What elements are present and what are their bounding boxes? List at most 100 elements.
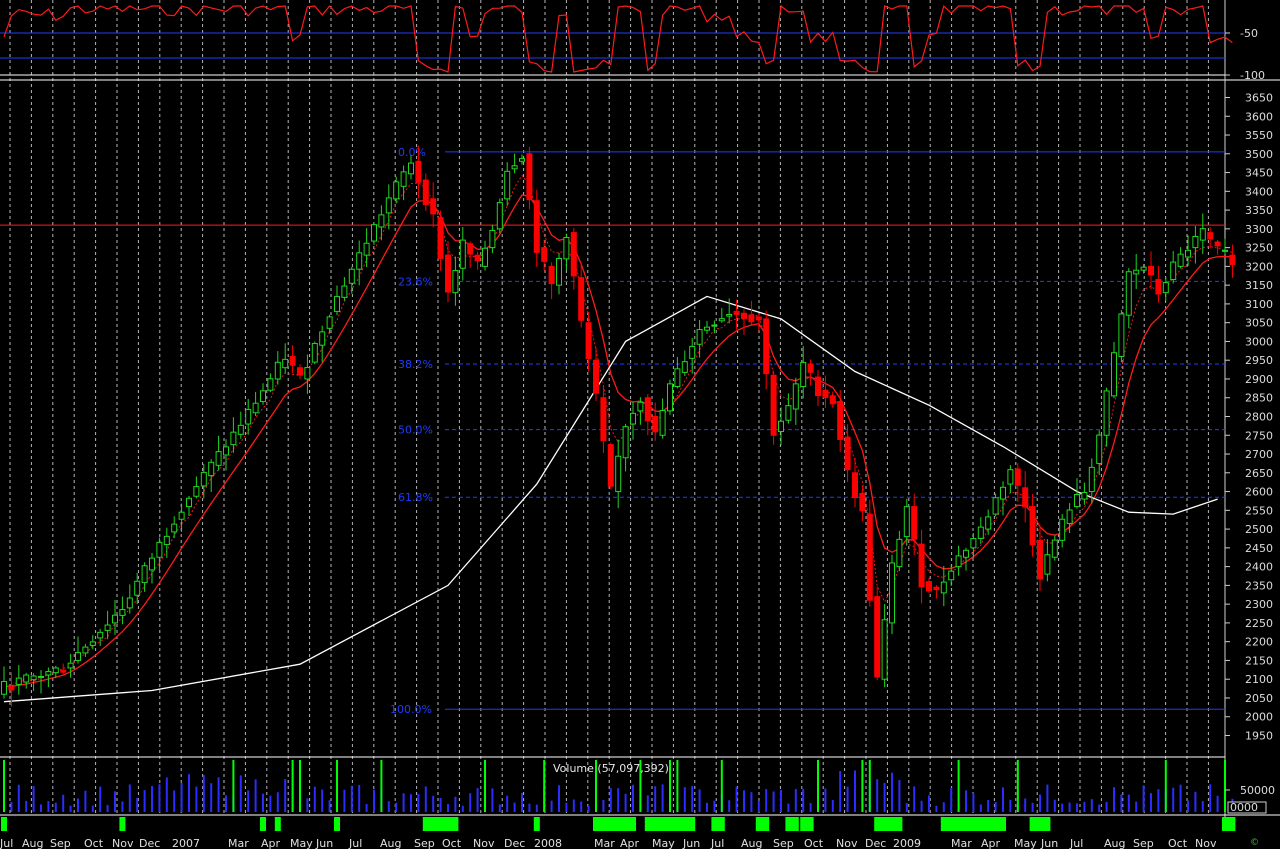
candle-body [23, 674, 30, 683]
candle-body [948, 570, 955, 581]
candle-body [511, 165, 518, 170]
candle-body [97, 631, 104, 639]
volume-bar [328, 800, 331, 812]
signal-block [940, 817, 1006, 831]
fib-level-label: 61.8% [398, 491, 433, 504]
volume-bar [1120, 794, 1123, 812]
volume-bar [439, 797, 442, 812]
volume-bar [1090, 799, 1093, 812]
volume-bar [202, 775, 205, 812]
candle-body [1192, 236, 1199, 249]
candle-body [1229, 254, 1236, 265]
volume-bar [1053, 799, 1056, 812]
volume-bar [1157, 789, 1160, 812]
volume-bar [632, 784, 634, 812]
candle-body [467, 243, 474, 255]
candle-body [630, 412, 636, 425]
month-label: Nov [1195, 837, 1217, 849]
candle-body [940, 581, 947, 594]
month-label: Apr [620, 837, 640, 849]
candle-body [341, 285, 348, 298]
price-tick-label: 3250 [1245, 242, 1273, 255]
volume-signal-bar [380, 760, 383, 812]
volume-bar [1098, 804, 1101, 812]
volume-bar [284, 779, 287, 812]
candle-body [378, 214, 385, 228]
price-tick-label: 2350 [1245, 579, 1273, 592]
candle-body [252, 402, 259, 414]
candle-body [1029, 506, 1036, 546]
candle-body [489, 229, 496, 249]
volume-bar [165, 777, 168, 812]
volume-bar [794, 788, 797, 812]
price-tick-label: 2900 [1245, 373, 1273, 386]
candle-body [800, 361, 807, 387]
candle-body [371, 224, 377, 242]
candle-body [445, 254, 451, 293]
month-label: Apr [261, 837, 281, 849]
candle-body [1066, 509, 1073, 524]
candle-body [585, 322, 592, 359]
volume-bar [876, 779, 879, 812]
candle-body [622, 426, 629, 459]
price-tick-label: 3200 [1245, 260, 1273, 273]
volume-bar [1187, 800, 1189, 812]
volume-bar [846, 786, 849, 812]
volume-bar [128, 784, 131, 812]
candle-body [755, 316, 762, 321]
osc-tick-label: -50 [1240, 27, 1258, 40]
candle-body [600, 397, 607, 441]
month-label: Sep [50, 837, 71, 849]
candle-body [1170, 261, 1177, 281]
candle-body [519, 158, 525, 162]
candle-body [541, 247, 548, 262]
volume-bar [432, 795, 435, 812]
candle-body [82, 646, 89, 654]
candle-body [903, 506, 910, 538]
volume-signal-bar [676, 760, 679, 812]
volume-signal-bar [543, 760, 546, 812]
candle-body [75, 652, 81, 661]
volume-bar [1068, 802, 1071, 812]
candle-body [459, 239, 466, 269]
volume-bar [180, 782, 183, 812]
volume-bar [809, 803, 812, 812]
volume-signal-bar [336, 760, 338, 812]
volume-bar [883, 782, 886, 812]
candle-body [474, 254, 481, 262]
candle-body [319, 331, 326, 346]
month-label: Jul [348, 837, 362, 849]
candle-body [963, 549, 969, 558]
candle-body [1096, 434, 1103, 464]
volume-bar [476, 788, 479, 812]
month-label: Sep [414, 837, 435, 849]
volume-bar [254, 779, 257, 812]
candle-body [563, 236, 570, 260]
oscillator-panel: -50 -100 [0, 4, 1265, 82]
candle-body [504, 170, 511, 200]
price-tick-label: 2200 [1245, 636, 1273, 649]
volume-bar [1135, 801, 1138, 812]
volume-bar [602, 799, 605, 812]
volume-bar [550, 800, 553, 812]
candle-body [193, 486, 200, 497]
price-tick-label: 3500 [1245, 148, 1273, 161]
month-axis: Jul Aug Sep Oct Nov Dec 2007 Mar Apr May Jun Jul Aug… [0, 837, 1217, 849]
volume-bar [624, 793, 627, 812]
candle-body [689, 345, 696, 359]
candle-body [526, 153, 533, 201]
volume-bar [965, 790, 967, 812]
month-label: Oct [84, 837, 104, 849]
candle-body [267, 378, 274, 391]
candle-body [89, 641, 96, 646]
signal-block [260, 817, 266, 831]
candle-body [1, 681, 7, 695]
volume-bar [410, 794, 412, 812]
candle-body [363, 242, 370, 256]
price-tick-label: 2950 [1245, 354, 1273, 367]
moving-average-dashed [3, 174, 1233, 687]
candle-body [1044, 554, 1051, 575]
volume-bar [91, 805, 94, 812]
price-tick-label: 3450 [1245, 167, 1273, 180]
candle-body [667, 383, 673, 412]
